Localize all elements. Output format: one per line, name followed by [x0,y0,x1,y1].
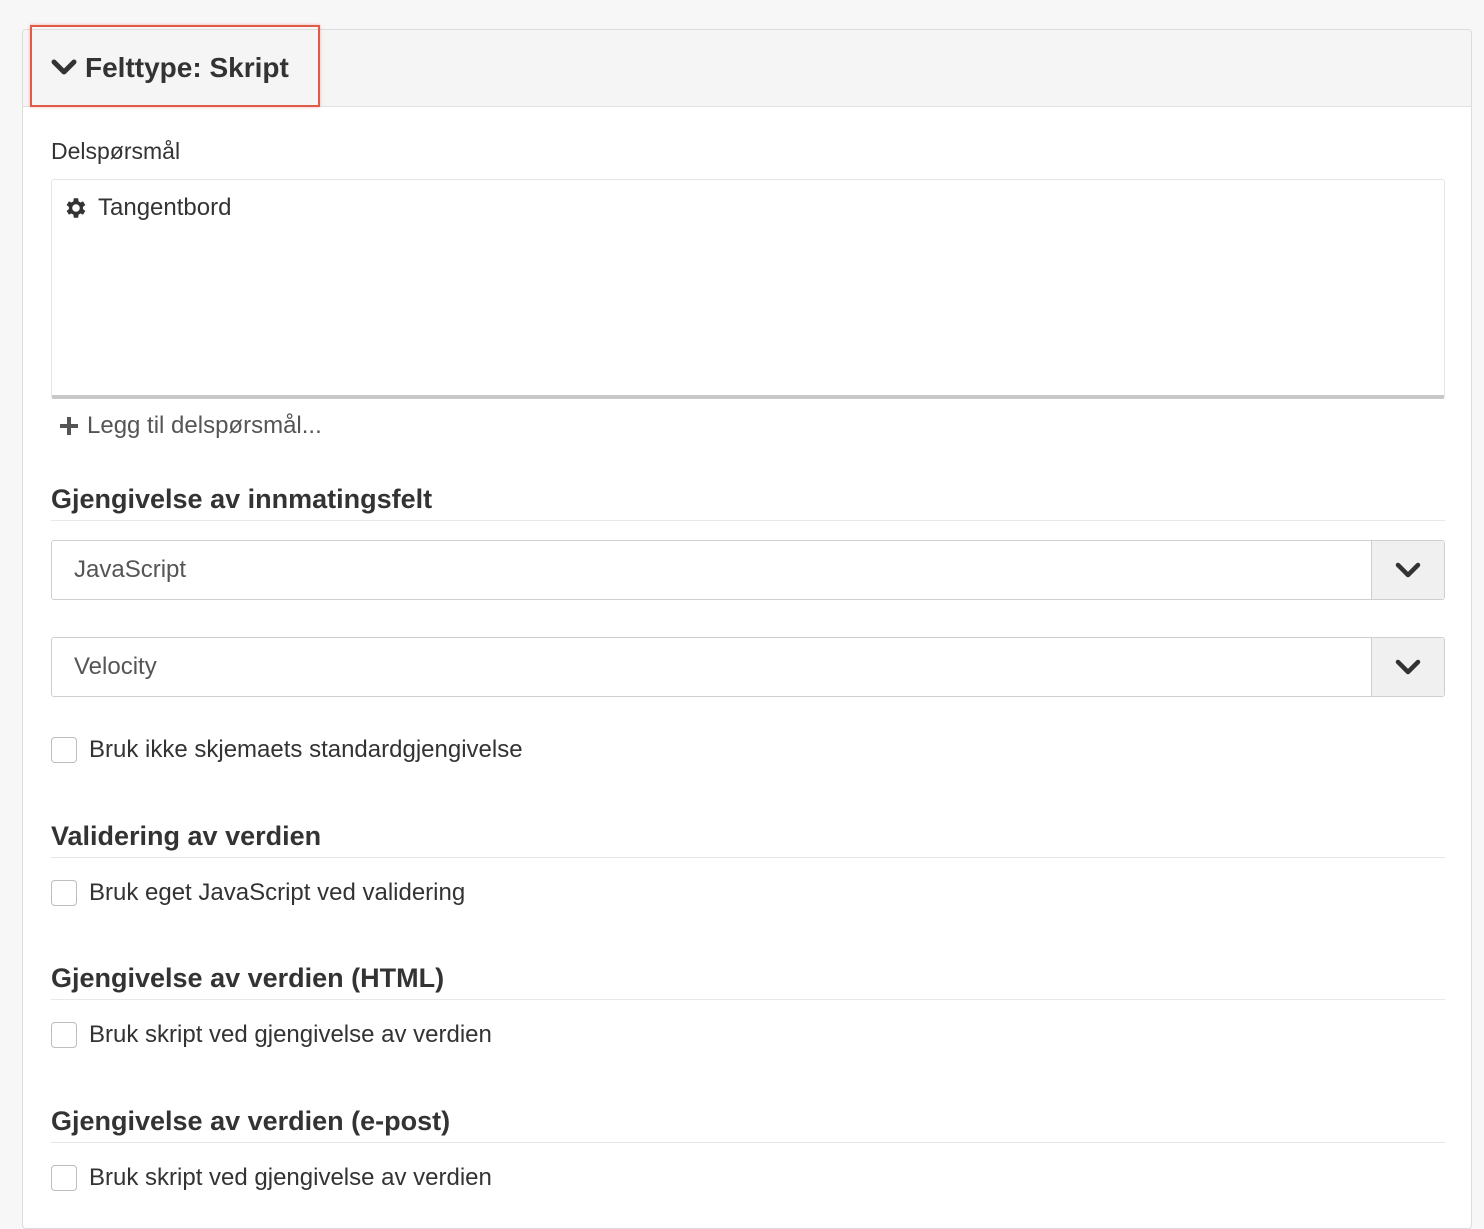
list-item[interactable]: Tangentbord [62,194,231,222]
language-select-button[interactable] [1371,541,1444,599]
subquestions-list: Tangentbord [51,179,1445,399]
validation-title: Validering av verdien [51,821,322,851]
template-engine-select-button[interactable] [1371,638,1444,696]
custom-validation-checkbox[interactable] [51,880,77,906]
panel-header[interactable]: Felttype: Skript [23,25,1471,107]
plus-icon [60,417,78,435]
custom-validation-row[interactable]: Bruk eget JavaScript ved validering [51,879,465,907]
list-item-label: Tangentbord [98,194,232,221]
no-default-rendering-label: Bruk ikke skjemaets standardgjengivelse [89,736,523,763]
section-divider [51,520,1445,521]
add-subquestion-link[interactable]: Legg til delspørsmål... [59,412,322,440]
section-divider [51,999,1445,1000]
highlight-annotation [30,25,320,107]
custom-validation-label: Bruk eget JavaScript ved validering [89,879,466,906]
no-default-rendering-checkbox[interactable] [51,737,77,763]
html-script-label: Bruk skript ved gjengivelse av verdien [89,1021,492,1048]
template-engine-select-value: Velocity [74,653,157,680]
template-engine-select[interactable]: Velocity [51,637,1445,697]
email-rendering-title: Gjengivelse av verdien (e-post) [51,1106,451,1136]
html-script-checkbox[interactable] [51,1022,77,1048]
email-script-checkbox[interactable] [51,1165,77,1191]
section-divider [51,857,1445,858]
gear-icon [66,198,86,218]
html-rendering-title: Gjengivelse av verdien (HTML) [51,963,445,993]
language-select-value: JavaScript [74,556,187,583]
field-type-panel: Felttype: Skript Delspørsmål Tangentbord… [22,25,1472,1229]
no-default-rendering-row[interactable]: Bruk ikke skjemaets standardgjengivelse [51,736,523,764]
chevron-down-icon [1395,562,1421,578]
input-rendering-title: Gjengivelse av innmatingsfelt [51,484,433,514]
add-subquestion-label: Legg til delspørsmål... [87,412,322,439]
email-script-label: Bruk skript ved gjengivelse av verdien [89,1164,492,1191]
section-divider [51,1142,1445,1143]
chevron-down-icon [1395,659,1421,675]
subquestions-label: Delspørsmål [51,138,181,164]
email-script-row[interactable]: Bruk skript ved gjengivelse av verdien [51,1164,492,1192]
html-script-row[interactable]: Bruk skript ved gjengivelse av verdien [51,1021,492,1049]
language-select[interactable]: JavaScript [51,540,1445,600]
